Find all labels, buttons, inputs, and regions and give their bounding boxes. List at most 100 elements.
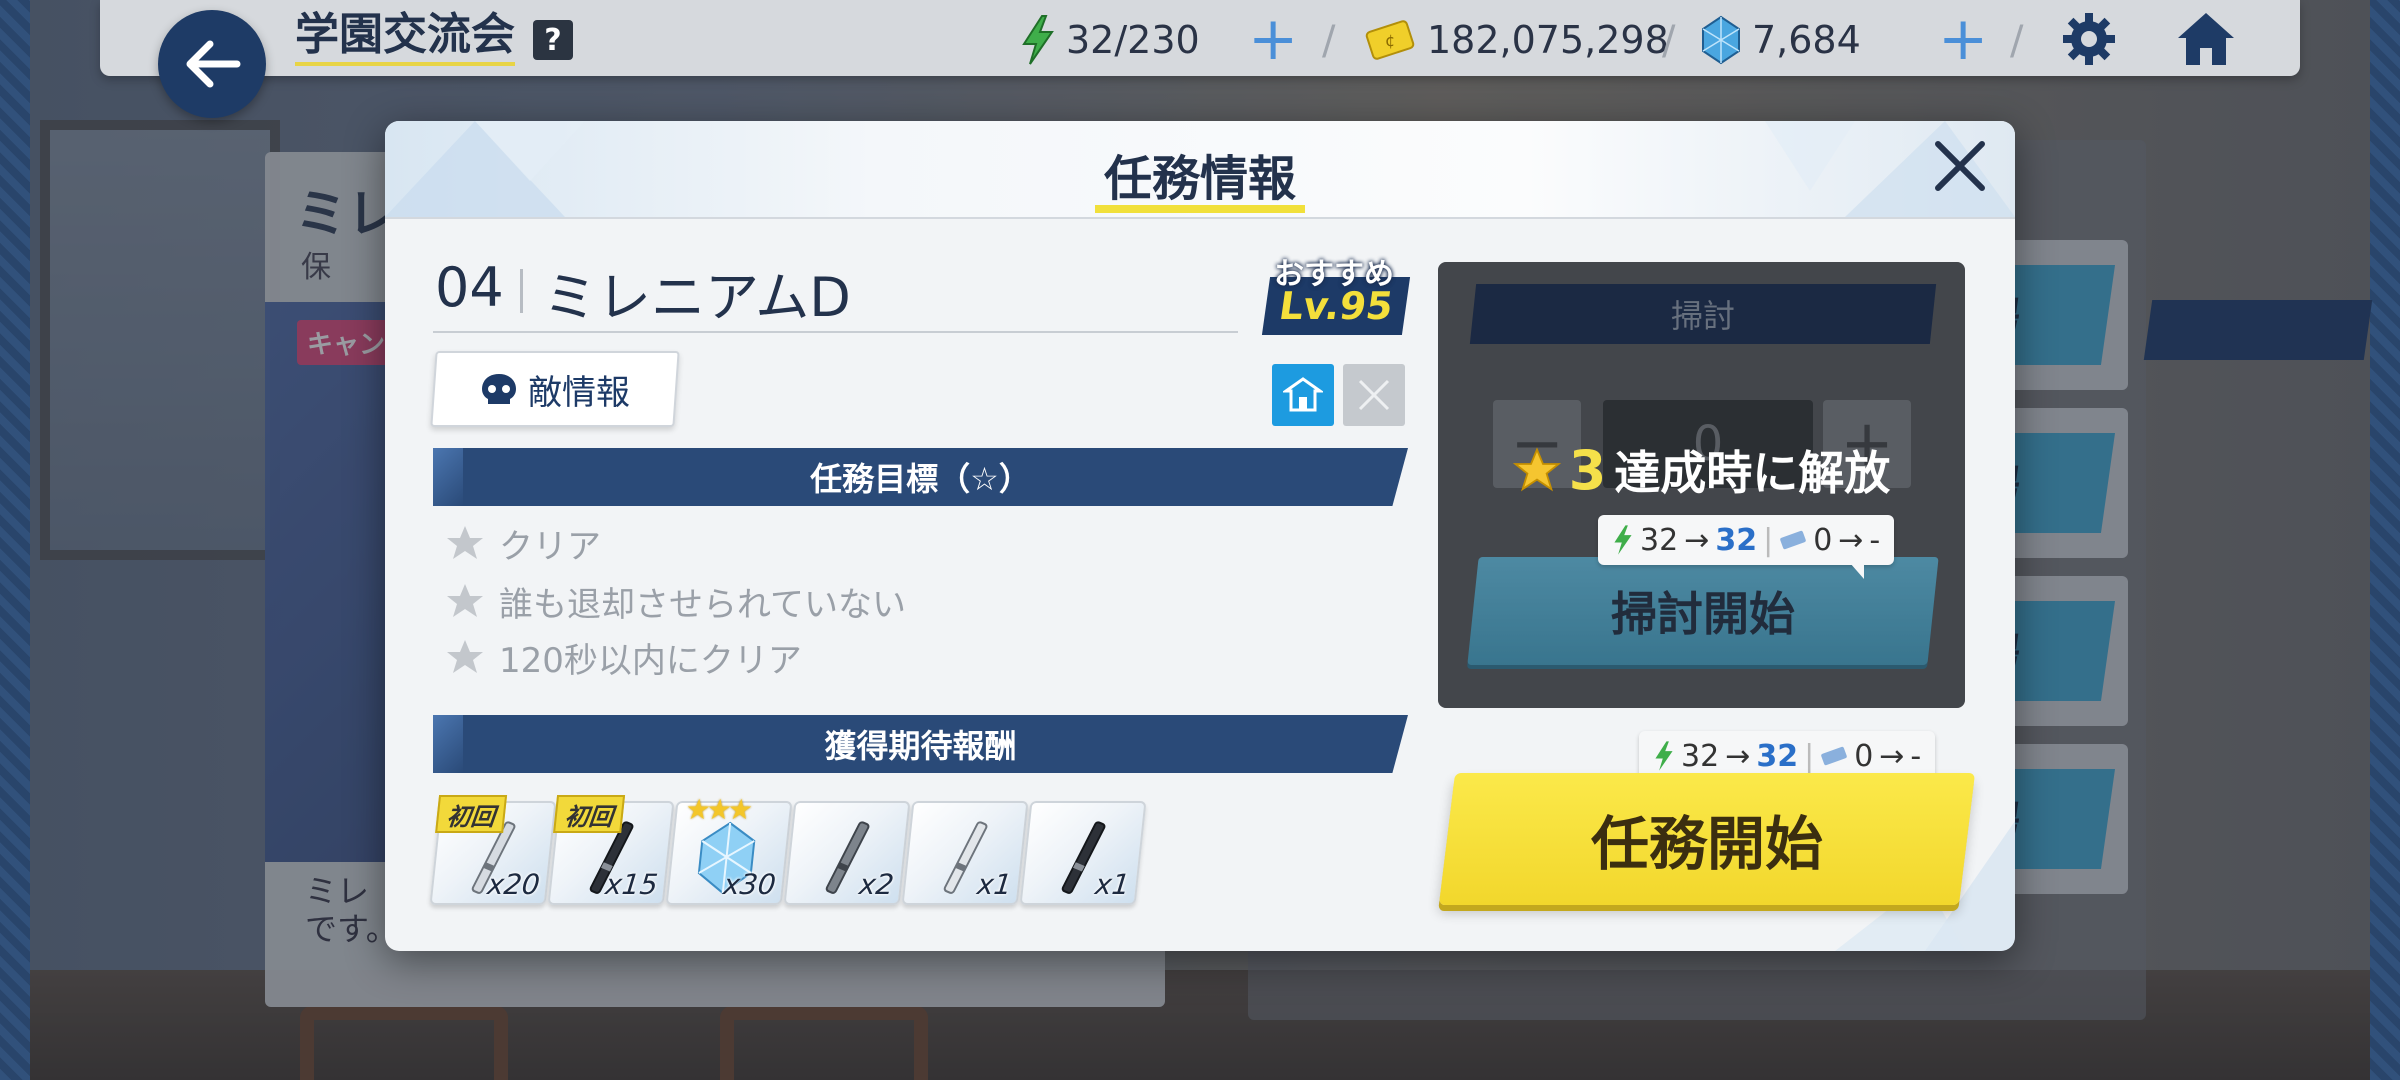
- star-empty-icon: [447, 640, 483, 673]
- add-pyroxene-button[interactable]: +: [1938, 9, 1988, 69]
- sweep-start-label: 掃討開始: [1611, 587, 1795, 641]
- add-ap-button[interactable]: +: [1248, 9, 1298, 69]
- ap-cost-to: 32: [1756, 738, 1799, 774]
- sweep-title: 掃討: [1469, 284, 1937, 344]
- unlock-text: 達成時に解放: [1614, 446, 1891, 500]
- stage-underline: [433, 331, 1238, 333]
- reward-quantity: x2: [857, 868, 896, 901]
- ticket-cost-from: 0: [1813, 522, 1833, 558]
- divider: /: [1322, 18, 1336, 64]
- reward-quantity: x30: [721, 868, 778, 901]
- disabled-toggle-button[interactable]: [1343, 364, 1405, 426]
- ap-value: 32/230: [1066, 18, 1200, 62]
- star-icon: [1512, 447, 1561, 492]
- divider: |: [1763, 522, 1774, 558]
- recommended-level: Lv.95 おすすめ: [1260, 249, 1411, 339]
- title-underline: [1095, 205, 1305, 213]
- star-empty-icon: [447, 526, 483, 559]
- ap-counter: 32/230: [1020, 12, 1200, 68]
- reward-item[interactable]: x1: [1019, 801, 1147, 905]
- lightning-icon: [1022, 15, 1054, 65]
- ticket-icon: [1821, 746, 1847, 766]
- divider: /: [2010, 18, 2024, 64]
- school-filter-button[interactable]: [1272, 364, 1334, 426]
- arrow-right-icon: →: [1725, 738, 1751, 774]
- reward-item[interactable]: x1: [901, 801, 1029, 905]
- stage-name: ミレニアムD: [543, 266, 851, 329]
- goal-text: クリア: [499, 526, 601, 567]
- reward-item[interactable]: x2: [783, 801, 911, 905]
- back-button[interactable]: [158, 10, 266, 118]
- close-icon: [1935, 141, 1985, 191]
- home-button[interactable]: [2175, 8, 2237, 70]
- pyroxene-counter: 7,684: [1700, 12, 1861, 68]
- reward-item[interactable]: ★★★ x30: [665, 793, 793, 905]
- ap-cost-from: 32: [1681, 738, 1720, 774]
- goal-item: 誰も退却させられていない: [445, 576, 906, 626]
- ticket-cost-from: 0: [1854, 738, 1874, 774]
- first-clear-badge: 初回: [553, 795, 626, 833]
- mission-start-label: 任務開始: [1590, 810, 1823, 878]
- sweep-cost-bubble: 32 → 32 | 0 → -: [1598, 515, 1895, 579]
- reward-quantity: x1: [1093, 868, 1132, 901]
- enemy-info-button[interactable]: 敵情報: [430, 351, 680, 427]
- arrow-right-icon: →: [1838, 522, 1864, 558]
- page-title: 学園交流会: [295, 8, 515, 66]
- credit-value: 182,075,298: [1427, 18, 1669, 62]
- svg-text:¢: ¢: [1385, 31, 1395, 50]
- help-button[interactable]: ?: [533, 20, 573, 60]
- reward-item[interactable]: 初回 x15: [547, 795, 675, 905]
- reward-item[interactable]: 初回 x20: [429, 795, 557, 905]
- ap-cost-to: 32: [1715, 522, 1758, 558]
- arrow-right-icon: →: [1879, 738, 1905, 774]
- rewards-header-label: 獲得期待報酬: [824, 727, 1017, 765]
- divider: |: [1804, 738, 1815, 774]
- ticket-cost-to: -: [1910, 738, 1922, 774]
- divider: /: [1662, 18, 1676, 64]
- first-clear-badge: 初回: [435, 795, 508, 833]
- stage-number: 04: [435, 256, 504, 319]
- rarity-stars: ★★★: [683, 793, 751, 826]
- enemy-info-label: 敵情報: [528, 372, 630, 413]
- pyroxene-icon: [1702, 15, 1740, 65]
- sweep-unlock-message: 3 達成時に解放: [1438, 437, 1965, 503]
- credit-icon: ¢: [1365, 20, 1415, 60]
- reward-quantity: x1: [975, 868, 1014, 901]
- dialog-header: 任務情報: [385, 121, 2015, 219]
- ticket-icon: [1780, 530, 1806, 550]
- goal-text: 誰も退却させられていない: [499, 584, 906, 625]
- school-icon: [1283, 377, 1323, 412]
- goal-text: 120秒以内にクリア: [499, 640, 802, 681]
- credit-counter: ¢ 182,075,298: [1365, 12, 1669, 68]
- dialog-title: 任務情報: [1103, 151, 1296, 207]
- arrow-left-icon: [186, 40, 241, 88]
- star-empty-icon: [447, 584, 483, 617]
- goals-header: 任務目標（☆）: [433, 448, 1408, 506]
- rewards-header: 獲得期待報酬: [433, 715, 1408, 773]
- unlock-star-count: 3: [1568, 438, 1607, 502]
- reward-quantity: x20: [485, 868, 542, 901]
- stage-separator: [520, 269, 523, 313]
- arrow-right-icon: →: [1684, 522, 1710, 558]
- cross-icon: [1358, 379, 1390, 411]
- goal-item: 120秒以内にクリア: [445, 632, 802, 682]
- lightning-icon: [1655, 741, 1673, 771]
- sweep-start-button[interactable]: 掃討開始: [1467, 557, 1939, 665]
- pyroxene-value: 7,684: [1752, 18, 1861, 62]
- lightning-icon: [1614, 525, 1632, 555]
- settings-button[interactable]: [2058, 8, 2120, 70]
- home-icon: [2178, 13, 2234, 65]
- goal-item: クリア: [445, 518, 601, 568]
- recommended-label: おすすめ: [1274, 257, 1394, 292]
- mission-info-dialog: 任務情報 04 ミレニアムD Lv.95 おすすめ 敵情報 任務目標（☆） クリ…: [385, 121, 2015, 951]
- ticket-cost-to: -: [1869, 522, 1881, 558]
- sweep-title-label: 掃討: [1670, 297, 1735, 335]
- ap-cost-from: 32: [1640, 522, 1679, 558]
- gear-icon: [2063, 13, 2115, 65]
- reward-quantity: x15: [603, 868, 660, 901]
- goals-header-label: 任務目標（☆）: [810, 460, 1031, 498]
- mission-start-button[interactable]: 任務開始: [1438, 773, 1976, 905]
- close-button[interactable]: [1930, 136, 1990, 196]
- sweep-panel: 掃討 − 0 + 掃討開始 32 → 32 | 0 → - 3 達成時に解放: [1438, 262, 1965, 708]
- enemy-skull-icon: [482, 374, 516, 404]
